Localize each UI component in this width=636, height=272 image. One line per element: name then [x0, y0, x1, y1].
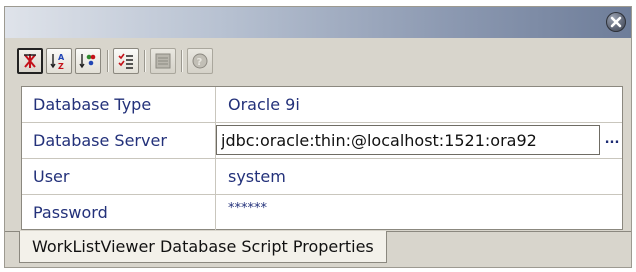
sort-alphabetical-button[interactable]: A Z	[46, 48, 72, 74]
title-bar	[5, 7, 631, 38]
tab-worklistviewer-properties[interactable]: WorkListViewer Database Script Propertie…	[19, 231, 387, 263]
property-name: Database Type	[22, 87, 216, 122]
toolbar-separator	[144, 50, 145, 72]
svg-text:?: ?	[197, 57, 203, 68]
categorized-button[interactable]	[17, 48, 43, 74]
property-name: Database Server	[22, 123, 216, 158]
property-row-database-type[interactable]: Database Type Oracle 9i	[22, 87, 622, 123]
property-value[interactable]: system	[217, 159, 622, 194]
property-sheet-panel: A Z ? Database Type Oracle 9i Database S…	[4, 6, 632, 268]
close-button[interactable]	[606, 12, 626, 32]
svg-text:Z: Z	[58, 62, 64, 70]
property-row-database-server[interactable]: Database Server ...	[22, 123, 622, 159]
toolbar-separator	[181, 50, 182, 72]
password-value[interactable]: ******	[217, 195, 622, 230]
toolbar-separator	[107, 50, 108, 72]
tab-strip: WorkListViewer Database Script Propertie…	[5, 231, 631, 268]
database-server-input[interactable]	[216, 125, 600, 155]
property-pages-button[interactable]	[150, 48, 176, 74]
show-modified-button[interactable]	[113, 48, 139, 74]
svg-text:A: A	[58, 53, 65, 62]
property-grid: Database Type Oracle 9i Database Server …	[21, 86, 623, 230]
ellipsis-button[interactable]: ...	[604, 125, 620, 155]
property-value[interactable]: Oracle 9i	[217, 87, 622, 122]
property-row-user[interactable]: User system	[22, 159, 622, 195]
property-name: Password	[22, 195, 216, 230]
property-name: User	[22, 159, 216, 194]
toolbar: A Z ?	[13, 44, 623, 78]
property-row-password[interactable]: Password ******	[22, 195, 622, 231]
help-button[interactable]: ?	[187, 48, 213, 74]
sort-by-type-button[interactable]	[75, 48, 101, 74]
